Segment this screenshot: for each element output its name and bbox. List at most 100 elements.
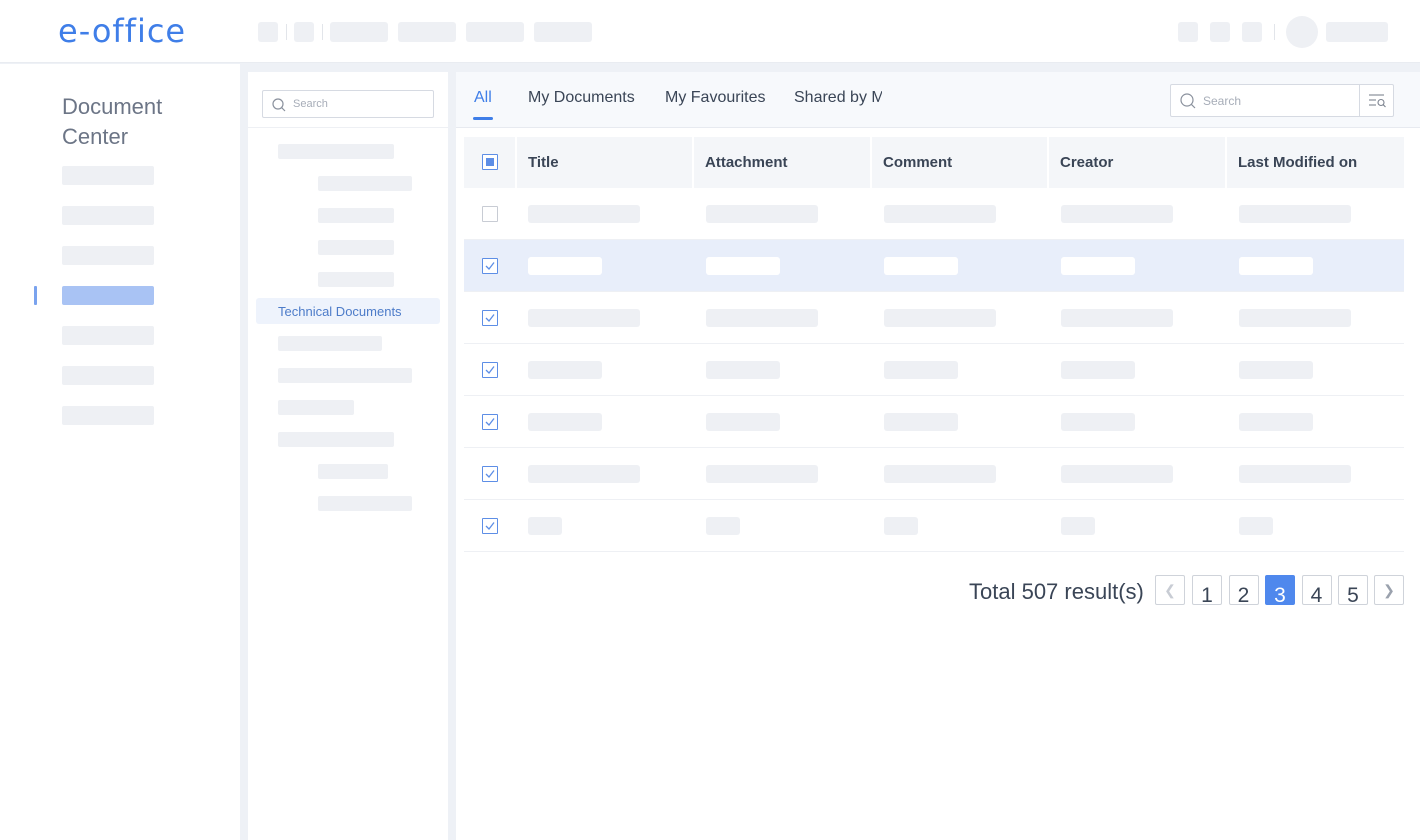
tree-node-placeholder[interactable] xyxy=(318,176,412,191)
cell-placeholder xyxy=(1239,257,1313,275)
table-row[interactable] xyxy=(464,500,1404,552)
tree-node-placeholder[interactable] xyxy=(278,336,382,351)
table-row[interactable] xyxy=(464,292,1404,344)
tab-my-documents[interactable]: My Documents xyxy=(528,89,635,107)
column-header-comment[interactable]: Comment xyxy=(872,137,1049,188)
column-header-creator[interactable]: Creator xyxy=(1049,137,1227,188)
cell-placeholder xyxy=(884,309,996,327)
cell-placeholder xyxy=(1239,517,1273,535)
tab-bar: All My Documents My Favourites Shared by… xyxy=(456,72,1420,128)
table-row[interactable] xyxy=(464,344,1404,396)
table-row[interactable] xyxy=(464,396,1404,448)
select-all-checkbox[interactable] xyxy=(482,154,498,170)
cell-placeholder xyxy=(706,205,818,223)
app-logo[interactable]: e-office xyxy=(58,12,186,50)
tree-node-placeholder[interactable] xyxy=(318,464,388,479)
tree-node-placeholder[interactable] xyxy=(318,272,394,287)
filter-search-icon xyxy=(1369,94,1386,108)
table-body xyxy=(464,188,1404,552)
table-row[interactable] xyxy=(464,240,1404,292)
username-placeholder[interactable] xyxy=(1326,22,1388,42)
cell-placeholder xyxy=(884,361,958,379)
toolbar-icon-placeholder[interactable] xyxy=(1242,22,1262,42)
cell-placeholder xyxy=(1239,205,1351,223)
nav-item-placeholder[interactable] xyxy=(62,326,154,345)
tree-node-placeholder[interactable] xyxy=(278,400,354,415)
row-checkbox[interactable] xyxy=(482,414,498,430)
top-nav-item-placeholder[interactable] xyxy=(330,22,388,42)
row-checkbox[interactable] xyxy=(482,362,498,378)
divider xyxy=(322,24,323,40)
top-nav-item-placeholder[interactable] xyxy=(466,22,524,42)
page-button-3[interactable]: 3 xyxy=(1265,575,1295,605)
toolbar-icon-placeholder[interactable] xyxy=(1178,22,1198,42)
tab-label: Shared by Me xyxy=(794,89,882,106)
advanced-search-button[interactable] xyxy=(1359,84,1394,117)
cell-placeholder xyxy=(1239,361,1313,379)
cell-placeholder xyxy=(1061,309,1173,327)
cell-placeholder xyxy=(528,413,602,431)
tree-node-placeholder[interactable] xyxy=(278,432,394,447)
top-bar: e-office xyxy=(0,0,1420,63)
nav-item-active[interactable] xyxy=(62,286,154,305)
tree-node-placeholder[interactable] xyxy=(318,208,394,223)
page-button-4[interactable]: 4 xyxy=(1301,575,1332,605)
tree-node-placeholder[interactable] xyxy=(318,240,394,255)
row-checkbox[interactable] xyxy=(482,310,498,326)
top-nav-icon-placeholder[interactable] xyxy=(294,22,314,42)
row-checkbox[interactable] xyxy=(482,206,498,222)
cell-placeholder xyxy=(706,413,780,431)
document-search-input[interactable] xyxy=(1203,93,1353,109)
divider xyxy=(286,24,287,40)
row-checkbox[interactable] xyxy=(482,518,498,534)
row-checkbox[interactable] xyxy=(482,466,498,482)
tab-all[interactable]: All xyxy=(474,89,492,107)
table-header: Title Attachment Comment Creator Last Mo… xyxy=(464,137,1404,188)
table-row[interactable] xyxy=(464,448,1404,500)
active-indicator xyxy=(34,286,37,305)
tab-shared-by-me[interactable]: Shared by Me xyxy=(794,89,882,111)
nav-item-placeholder[interactable] xyxy=(62,406,154,425)
nav-item-placeholder[interactable] xyxy=(62,366,154,385)
tree-node-selected[interactable]: Technical Documents xyxy=(256,298,440,324)
column-header-last-modified[interactable]: Last Modified on xyxy=(1227,137,1404,188)
tree-node-placeholder[interactable] xyxy=(318,496,412,511)
select-all-cell xyxy=(464,137,517,188)
cell-placeholder xyxy=(528,517,562,535)
cell-placeholder xyxy=(528,465,640,483)
cell-placeholder xyxy=(528,309,640,327)
folder-tree-panel: Technical Documents xyxy=(248,72,448,840)
page-button-5[interactable]: 5 xyxy=(1338,575,1368,605)
cell-placeholder xyxy=(706,361,780,379)
tree-node-placeholder[interactable] xyxy=(278,144,394,159)
nav-item-placeholder[interactable] xyxy=(62,166,154,185)
table-row[interactable] xyxy=(464,188,1404,240)
column-header-title[interactable]: Title xyxy=(517,137,694,188)
page-button-1[interactable]: 1 xyxy=(1192,575,1222,605)
main-panel: All My Documents My Favourites Shared by… xyxy=(456,72,1420,840)
search-icon xyxy=(1180,93,1196,114)
prev-page-button[interactable]: ❮ xyxy=(1155,575,1185,605)
top-nav-item-placeholder[interactable] xyxy=(534,22,592,42)
cell-placeholder xyxy=(1239,413,1313,431)
cell-placeholder xyxy=(528,361,602,379)
cell-placeholder xyxy=(1061,257,1135,275)
column-header-attachment[interactable]: Attachment xyxy=(694,137,872,188)
avatar[interactable] xyxy=(1286,16,1318,48)
divider xyxy=(248,127,448,128)
top-nav-icon-placeholder[interactable] xyxy=(258,22,278,42)
pagination: Total 507 result(s) ❮ 12345 ❯ xyxy=(456,575,1420,607)
tree-search-input[interactable] xyxy=(293,96,428,112)
tree-node-placeholder[interactable] xyxy=(278,368,412,383)
top-nav-item-placeholder[interactable] xyxy=(398,22,456,42)
cell-placeholder xyxy=(706,309,818,327)
divider xyxy=(1274,24,1275,40)
cell-placeholder xyxy=(884,517,918,535)
page-button-2[interactable]: 2 xyxy=(1228,575,1259,605)
nav-item-placeholder[interactable] xyxy=(62,206,154,225)
row-checkbox[interactable] xyxy=(482,258,498,274)
nav-item-placeholder[interactable] xyxy=(62,246,154,265)
toolbar-icon-placeholder[interactable] xyxy=(1210,22,1230,42)
tab-my-favourites[interactable]: My Favourites xyxy=(665,89,765,107)
next-page-button[interactable]: ❯ xyxy=(1374,575,1404,605)
